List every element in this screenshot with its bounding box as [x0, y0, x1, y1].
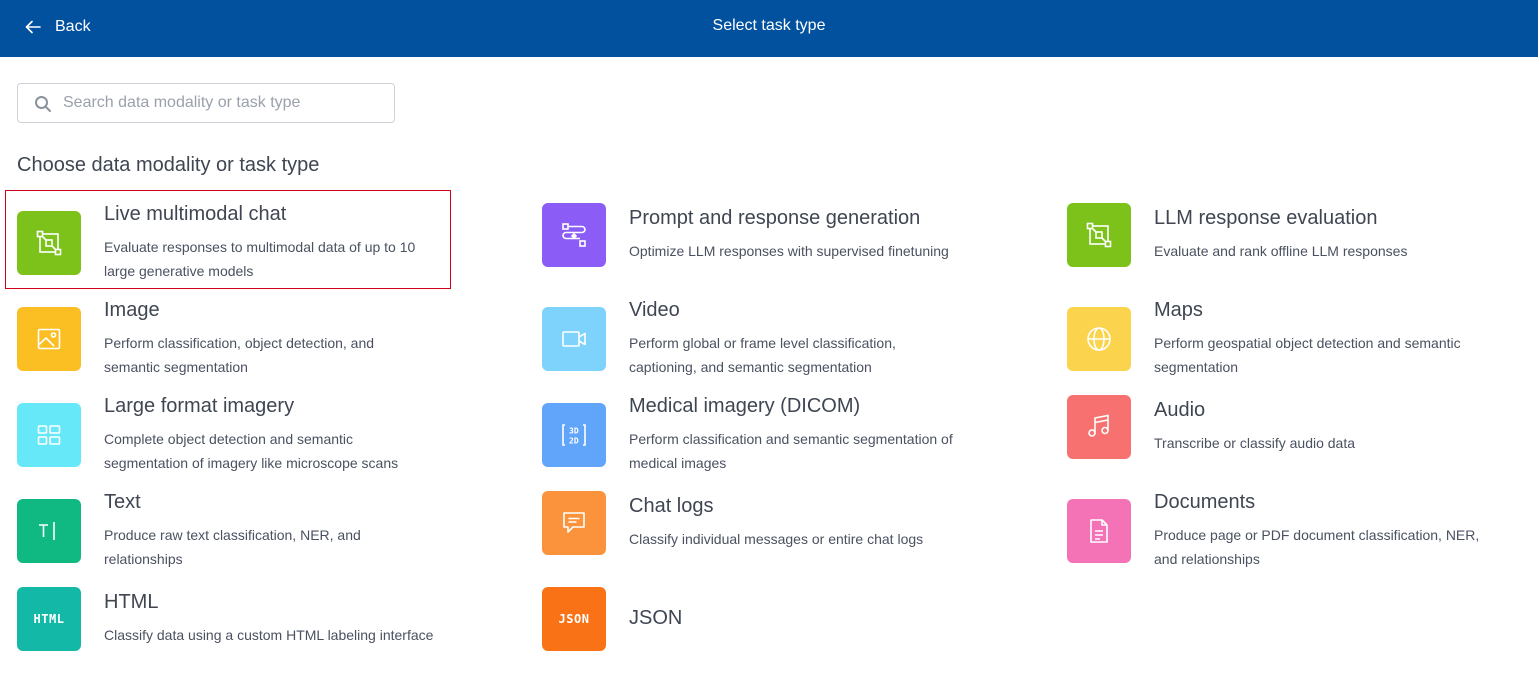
svg-text:2D: 2D	[569, 437, 579, 446]
section-heading: Choose data modality or task type	[17, 154, 320, 176]
task-type-medical-imagery-dicom[interactable]: 3D 2D Medical imagery (DICOM) Perform cl…	[542, 395, 982, 475]
task-name: Large format imagery	[104, 395, 295, 417]
task-icon-tile: HTML	[17, 587, 81, 651]
back-button[interactable]: Back	[24, 14, 91, 40]
task-name: Audio	[1154, 399, 1206, 421]
large-format-icon	[37, 425, 61, 445]
search-box[interactable]	[17, 83, 395, 123]
task-name: Maps	[1154, 299, 1203, 321]
task-description: Perform global or frame level classifica…	[629, 335, 896, 375]
task-type-text[interactable]: Text Produce raw text classification, NE…	[17, 491, 437, 571]
task-name: Text	[104, 491, 141, 513]
task-description: Complete object detection and semantic s…	[104, 431, 399, 471]
task-description: Evaluate responses to multimodal data of…	[104, 239, 416, 279]
back-label: Back	[55, 18, 91, 35]
task-icon-tile: JSON	[542, 587, 606, 651]
multimodal-chat-icon	[36, 230, 62, 256]
task-description: Perform classification and semantic segm…	[629, 431, 953, 471]
task-type-prompt-response-generation[interactable]: Prompt and response generation Optimize …	[542, 203, 1012, 267]
arrow-left-icon	[25, 20, 41, 34]
task-type-image[interactable]: Image Perform classification, object det…	[17, 299, 437, 379]
task-icon-tile	[1067, 395, 1131, 459]
task-name: Image	[104, 299, 160, 321]
search-input[interactable]	[63, 84, 383, 122]
task-description: Perform geospatial object detection and …	[1154, 335, 1461, 375]
task-description: Classify individual messages or entire c…	[629, 531, 924, 547]
document-icon	[1090, 519, 1108, 543]
chat-bubble-icon	[563, 512, 585, 533]
music-note-icon	[1088, 414, 1109, 437]
image-icon	[37, 328, 61, 350]
task-icon-tile	[542, 203, 606, 267]
task-description: Produce raw text classification, NER, an…	[104, 527, 361, 567]
llm-evaluation-icon	[1086, 222, 1112, 248]
json-icon: JSON	[558, 612, 590, 626]
header-bar: Select task type Back	[0, 0, 1538, 57]
task-description: Evaluate and rank offline LLM responses	[1154, 243, 1408, 259]
task-type-maps[interactable]: Maps Perform geospatial object detection…	[1067, 299, 1507, 379]
task-type-large-format-imagery[interactable]: Large format imagery Complete object det…	[17, 395, 437, 475]
task-icon-tile	[17, 403, 81, 467]
task-name: Medical imagery (DICOM)	[629, 395, 861, 417]
task-description: Classify data using a custom HTML labeli…	[104, 627, 434, 643]
task-name: Live multimodal chat	[104, 203, 287, 225]
task-type-documents[interactable]: Documents Produce page or PDF document c…	[1067, 491, 1507, 571]
task-description: Produce page or PDF document classificat…	[1154, 527, 1480, 567]
task-name: HTML	[104, 591, 159, 613]
search-icon	[35, 96, 51, 112]
task-description: Perform classification, object detection…	[104, 335, 375, 375]
task-name: Chat logs	[629, 495, 714, 517]
task-type-live-multimodal-chat[interactable]: Live multimodal chat Evaluate responses …	[17, 203, 437, 283]
task-icon-tile	[1067, 499, 1131, 563]
task-icon-tile	[1067, 307, 1131, 371]
task-description: Optimize LLM responses with supervised f…	[629, 243, 949, 259]
task-icon-tile: 3D 2D	[542, 403, 606, 467]
html-icon: HTML	[33, 612, 65, 626]
task-icon-tile	[17, 211, 81, 275]
dicom-3d-2d-icon: 3D 2D	[562, 424, 586, 446]
task-type-json[interactable]: JSON JSON	[542, 587, 982, 651]
task-icon-tile	[542, 491, 606, 555]
task-type-video[interactable]: Video Perform global or frame level clas…	[542, 299, 962, 379]
task-name: LLM response evaluation	[1154, 207, 1378, 229]
prompt-response-icon	[562, 223, 586, 247]
task-name: Video	[629, 299, 680, 321]
task-icon-tile	[542, 307, 606, 371]
video-icon	[562, 331, 586, 347]
task-icon-tile	[17, 307, 81, 371]
text-cursor-icon	[39, 522, 55, 540]
task-type-html[interactable]: HTML HTML Classify data using a custom H…	[17, 587, 457, 651]
task-name: Documents	[1154, 491, 1256, 513]
task-type-audio[interactable]: Audio Transcribe or classify audio data	[1067, 395, 1507, 459]
task-name: Prompt and response generation	[629, 207, 921, 229]
task-type-chat-logs[interactable]: Chat logs Classify individual messages o…	[542, 491, 982, 555]
task-name: JSON	[629, 607, 683, 629]
task-type-llm-response-evaluation[interactable]: LLM response evaluation Evaluate and ran…	[1067, 203, 1507, 267]
page-title: Select task type	[712, 17, 826, 34]
task-icon-tile	[1067, 203, 1131, 267]
task-description: Transcribe or classify audio data	[1154, 435, 1356, 451]
task-icon-tile	[17, 499, 81, 563]
globe-icon	[1087, 327, 1111, 351]
svg-text:3D: 3D	[569, 427, 579, 436]
